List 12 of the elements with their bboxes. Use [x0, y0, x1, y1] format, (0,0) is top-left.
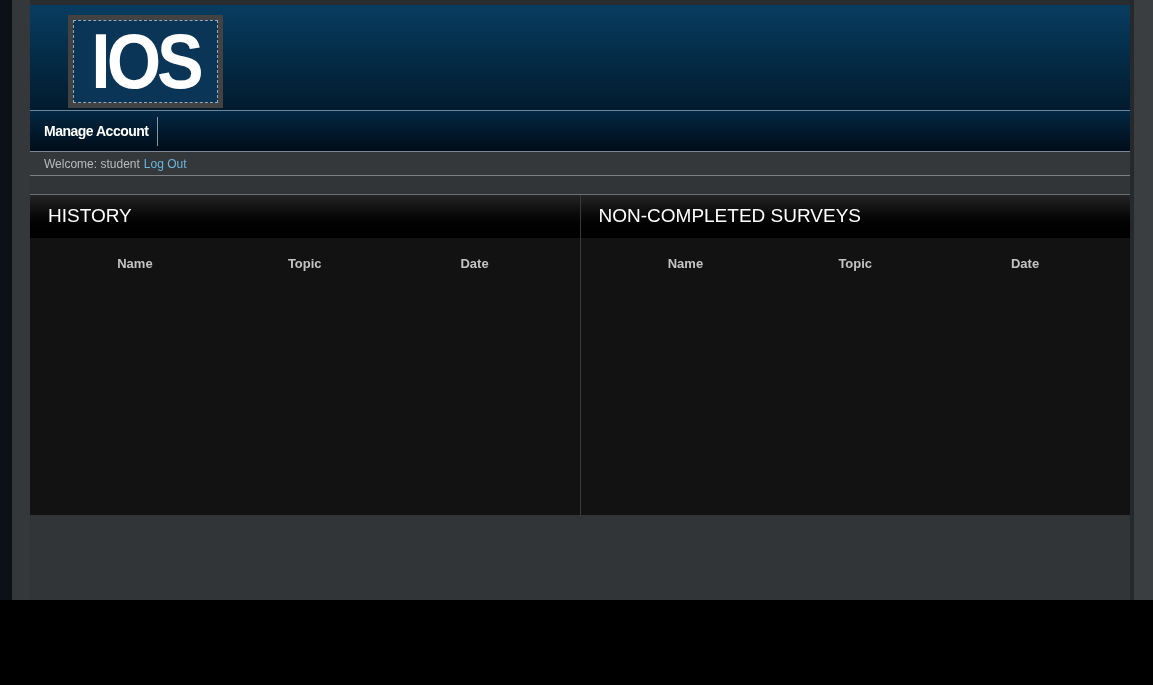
column-header: Name — [666, 255, 705, 273]
panel-title: NON-COMPLETED SURVEYS — [598, 204, 862, 229]
column-header: Topic — [837, 255, 874, 273]
logo-text: IOS — [91, 23, 200, 100]
column-header: Topic — [286, 255, 323, 273]
panel-title: HISTORY — [48, 204, 132, 229]
column-header: Date — [459, 255, 490, 273]
welcome-text: Welcome: student — [44, 155, 140, 173]
column-header: Date — [1009, 255, 1041, 273]
column-header: Name — [116, 255, 154, 273]
log-out-link[interactable]: Log Out — [143, 154, 187, 173]
nav-link[interactable]: Manage Account — [44, 116, 158, 146]
